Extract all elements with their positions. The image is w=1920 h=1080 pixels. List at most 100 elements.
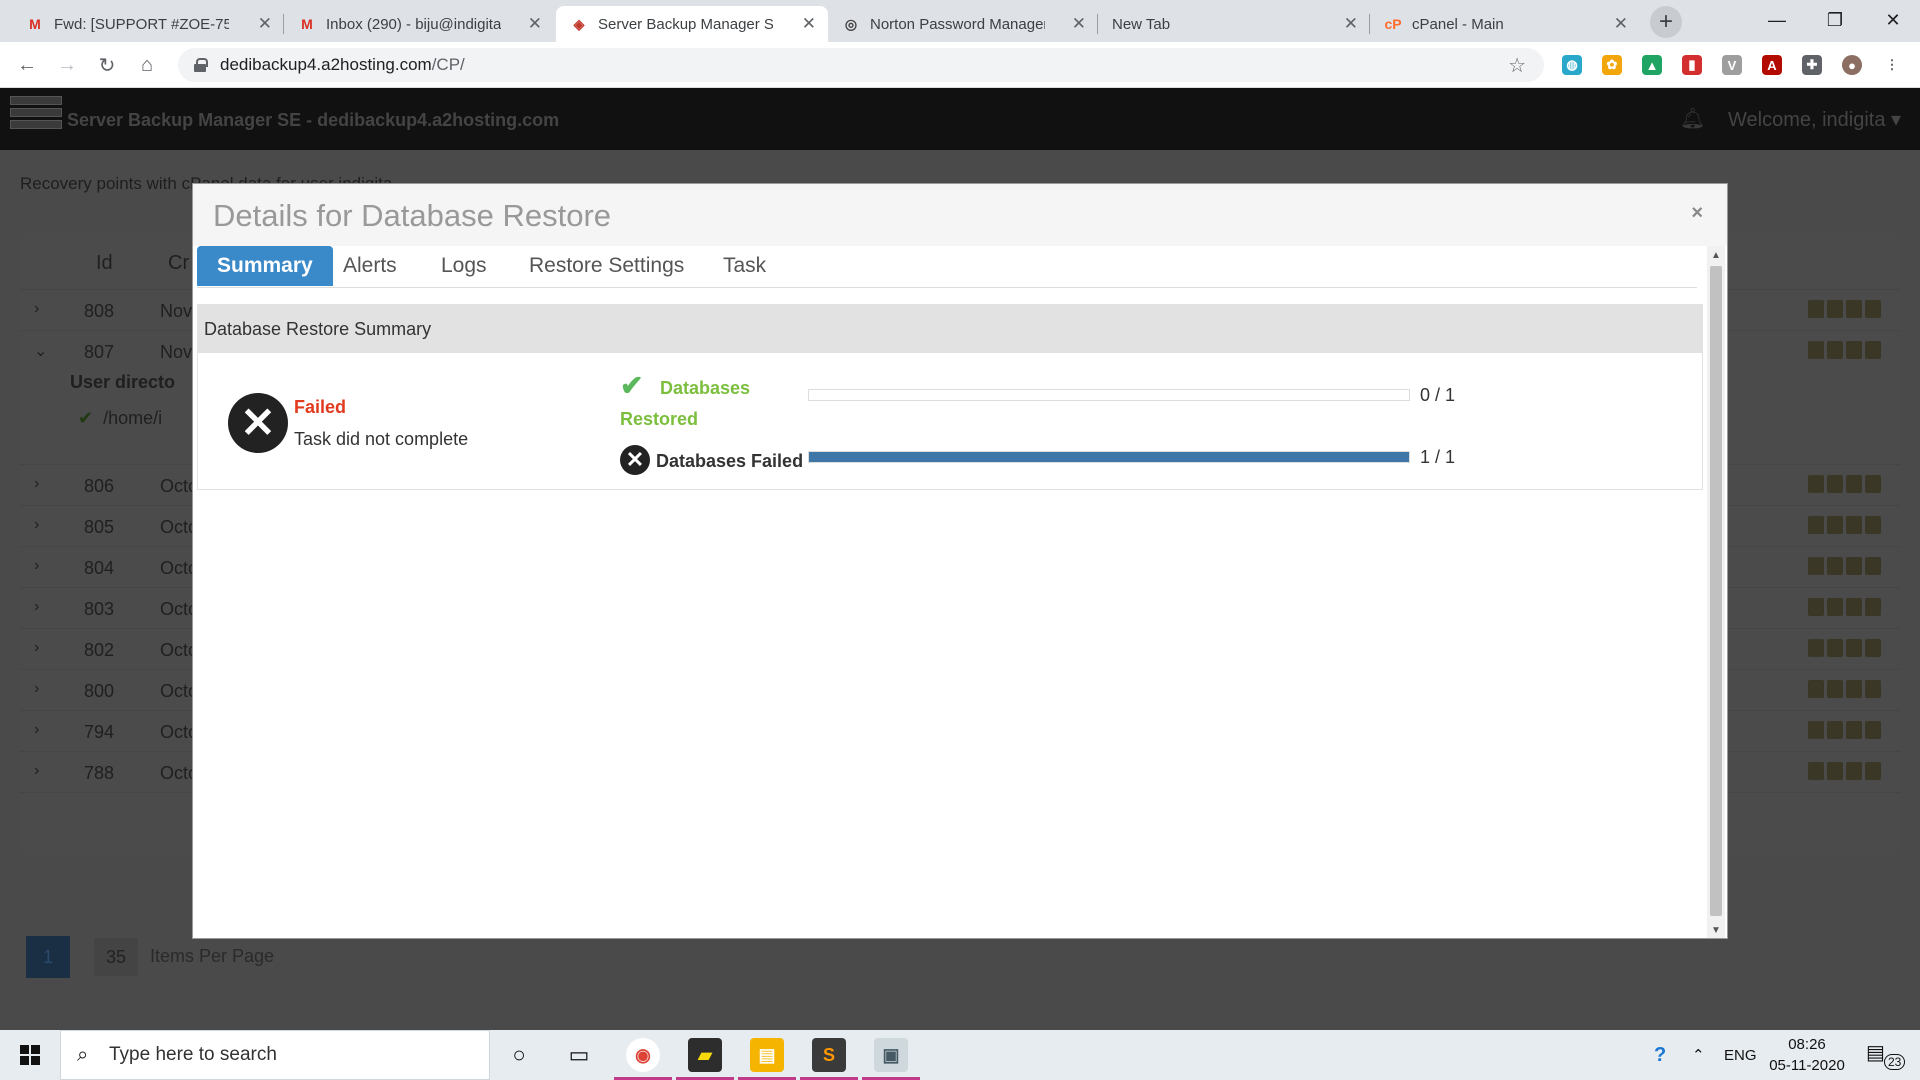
clock-time: 08:26 (1788, 1036, 1826, 1053)
expand-chevron-icon[interactable]: › (34, 762, 39, 780)
row-action-icons[interactable] (1808, 598, 1888, 618)
row-action-icons[interactable] (1808, 475, 1888, 495)
scrollbar-thumb[interactable] (1710, 266, 1722, 916)
tab-title: Server Backup Manager SE - (598, 15, 773, 33)
restore-window-icon[interactable]: ❐ (1806, 0, 1864, 40)
close-tab-icon[interactable]: ✕ (1614, 14, 1628, 34)
forward-icon[interactable]: → (52, 50, 82, 80)
task-view-icon[interactable]: ▭ (550, 1030, 608, 1080)
reload-icon[interactable]: ↻ (92, 50, 122, 80)
minimize-window-icon[interactable]: — (1748, 0, 1806, 40)
modal-close-button[interactable]: × (1691, 202, 1703, 225)
expand-chevron-icon[interactable]: › (34, 300, 39, 318)
close-tab-icon[interactable]: ✕ (1072, 14, 1086, 34)
row-action-icons[interactable] (1808, 300, 1888, 320)
row-action-icons[interactable] (1808, 639, 1888, 659)
tab-title: Inbox (290) - biju@indigitalg (326, 15, 501, 33)
browser-tab-5[interactable]: New Tab ✕ (1098, 6, 1370, 42)
welcome-menu[interactable]: Welcome, indigita ▾ (1728, 107, 1901, 132)
start-button[interactable] (0, 1030, 60, 1080)
row-created: Nov (160, 301, 193, 321)
close-tab-icon[interactable]: ✕ (802, 14, 816, 34)
expand-chevron-icon[interactable]: › (34, 475, 39, 493)
column-header-created[interactable]: Cr (168, 252, 189, 275)
expanded-row-path: ✔ /home/i (78, 408, 162, 429)
address-bar[interactable]: dedibackup4.a2hosting.com/CP/ ☆ (178, 48, 1544, 82)
databases-restored-label: Databases Restored (620, 378, 751, 429)
close-window-icon[interactable]: ✕ (1864, 0, 1920, 40)
new-tab-button[interactable]: + (1650, 6, 1682, 38)
panel-heading: Database Restore Summary (198, 305, 1702, 353)
tab-task[interactable]: Task (703, 246, 786, 286)
tab-restore-settings[interactable]: Restore Settings (509, 246, 704, 286)
modal-header: Details for Database Restore × (193, 184, 1727, 246)
bookmark-star-icon[interactable]: ☆ (1508, 53, 1526, 78)
status-title: Failed (294, 397, 347, 417)
close-tab-icon[interactable]: ✕ (258, 14, 272, 34)
expand-chevron-icon[interactable]: › (34, 680, 39, 698)
tab-alerts[interactable]: Alerts (323, 246, 417, 286)
extensions-puzzle-icon[interactable]: ✚ (1802, 55, 1822, 75)
sublime-text-app-icon[interactable]: S (812, 1038, 846, 1072)
show-hidden-icons-chevron-icon[interactable]: ⌃ (1692, 1030, 1705, 1080)
modal-tabs: Summary Alerts Logs Restore Settings Tas… (197, 246, 1697, 288)
browser-tab-6[interactable]: cP cPanel - Main ✕ (1370, 6, 1640, 42)
tab-title: Norton Password Manager - (870, 15, 1045, 33)
expand-chevron-icon[interactable]: › (34, 721, 39, 739)
row-action-icons[interactable] (1808, 341, 1888, 361)
notification-count-badge: 23 (1884, 1054, 1906, 1070)
cortana-icon[interactable]: ○ (490, 1030, 548, 1080)
google-drive-icon[interactable]: ▲ (1642, 55, 1662, 75)
acrobat-icon[interactable]: A (1762, 55, 1782, 75)
extension-book-icon[interactable]: ▮ (1682, 55, 1702, 75)
gmail-icon: M (29, 16, 41, 32)
tab-logs[interactable]: Logs (421, 246, 507, 286)
bell-icon[interactable]: 🔔︎ (1680, 106, 1705, 131)
expand-chevron-icon[interactable]: › (34, 639, 39, 657)
extension-v-icon[interactable]: V (1722, 55, 1742, 75)
image-viewer-app-icon[interactable]: ▣ (874, 1038, 908, 1072)
databases-restored-count: 0 / 1 (1420, 385, 1456, 405)
chrome-app-icon[interactable]: ◉ (626, 1038, 660, 1072)
row-action-icons[interactable] (1808, 680, 1888, 700)
close-tab-icon[interactable]: ✕ (1344, 14, 1358, 34)
browser-tab-4[interactable]: ◎ Norton Password Manager - ✕ (828, 6, 1098, 42)
sticky-notes-app-icon[interactable]: ▰ (688, 1038, 722, 1072)
browser-tab-1[interactable]: M Fwd: [SUPPORT #ZOE-757-75 ✕ (12, 6, 284, 42)
browser-tab-3[interactable]: ◈ Server Backup Manager SE - ✕ (556, 6, 828, 42)
taskbar-search-input[interactable]: ⌕ Type here to search (60, 1030, 490, 1080)
column-header-id[interactable]: Id (96, 252, 113, 275)
home-icon[interactable]: ⌂ (132, 50, 162, 80)
collapse-chevron-icon[interactable]: ⌄ (34, 341, 47, 361)
scroll-up-arrow-icon[interactable]: ▲ (1711, 250, 1721, 261)
close-tab-icon[interactable]: ✕ (528, 14, 542, 34)
help-icon[interactable]: ? (1654, 1030, 1666, 1080)
expand-chevron-icon[interactable]: › (34, 516, 39, 534)
language-indicator[interactable]: ENG (1724, 1030, 1757, 1080)
file-explorer-app-icon[interactable]: ▤ (750, 1038, 784, 1072)
profile-avatar[interactable]: ● (1842, 55, 1862, 75)
row-action-icons[interactable] (1808, 762, 1888, 782)
modal-title: Details for Database Restore (213, 198, 612, 233)
extension-globe-icon[interactable]: ◍ (1562, 55, 1582, 75)
status-description: Task did not complete (294, 429, 469, 449)
row-action-icons[interactable] (1808, 721, 1888, 741)
back-icon[interactable]: ← (12, 50, 42, 80)
system-clock[interactable]: 08:26 05-11-2020 (1762, 1034, 1852, 1076)
clock-date: 05-11-2020 (1769, 1057, 1845, 1074)
row-action-icons[interactable] (1808, 516, 1888, 536)
row-id: 802 (84, 640, 115, 660)
expand-chevron-icon[interactable]: › (34, 557, 39, 575)
page-button-current[interactable]: 1 (26, 936, 70, 978)
extension-gear-icon[interactable]: ✿ (1602, 55, 1622, 75)
scroll-down-arrow-icon[interactable]: ▼ (1711, 925, 1721, 936)
browser-tab-2[interactable]: M Inbox (290) - biju@indigitalg ✕ (284, 6, 554, 42)
modal-scrollbar[interactable]: ▲ ▼ (1707, 246, 1725, 938)
browser-menu-icon[interactable]: ⋮ (1882, 55, 1902, 75)
checkmark-icon: ✔ (78, 408, 94, 428)
tab-summary[interactable]: Summary (197, 246, 333, 286)
page-size-select[interactable]: 35 (94, 938, 138, 976)
row-action-icons[interactable] (1808, 557, 1888, 577)
notification-center-icon[interactable]: ▤ 23 (1866, 1040, 1906, 1070)
expand-chevron-icon[interactable]: › (34, 598, 39, 616)
